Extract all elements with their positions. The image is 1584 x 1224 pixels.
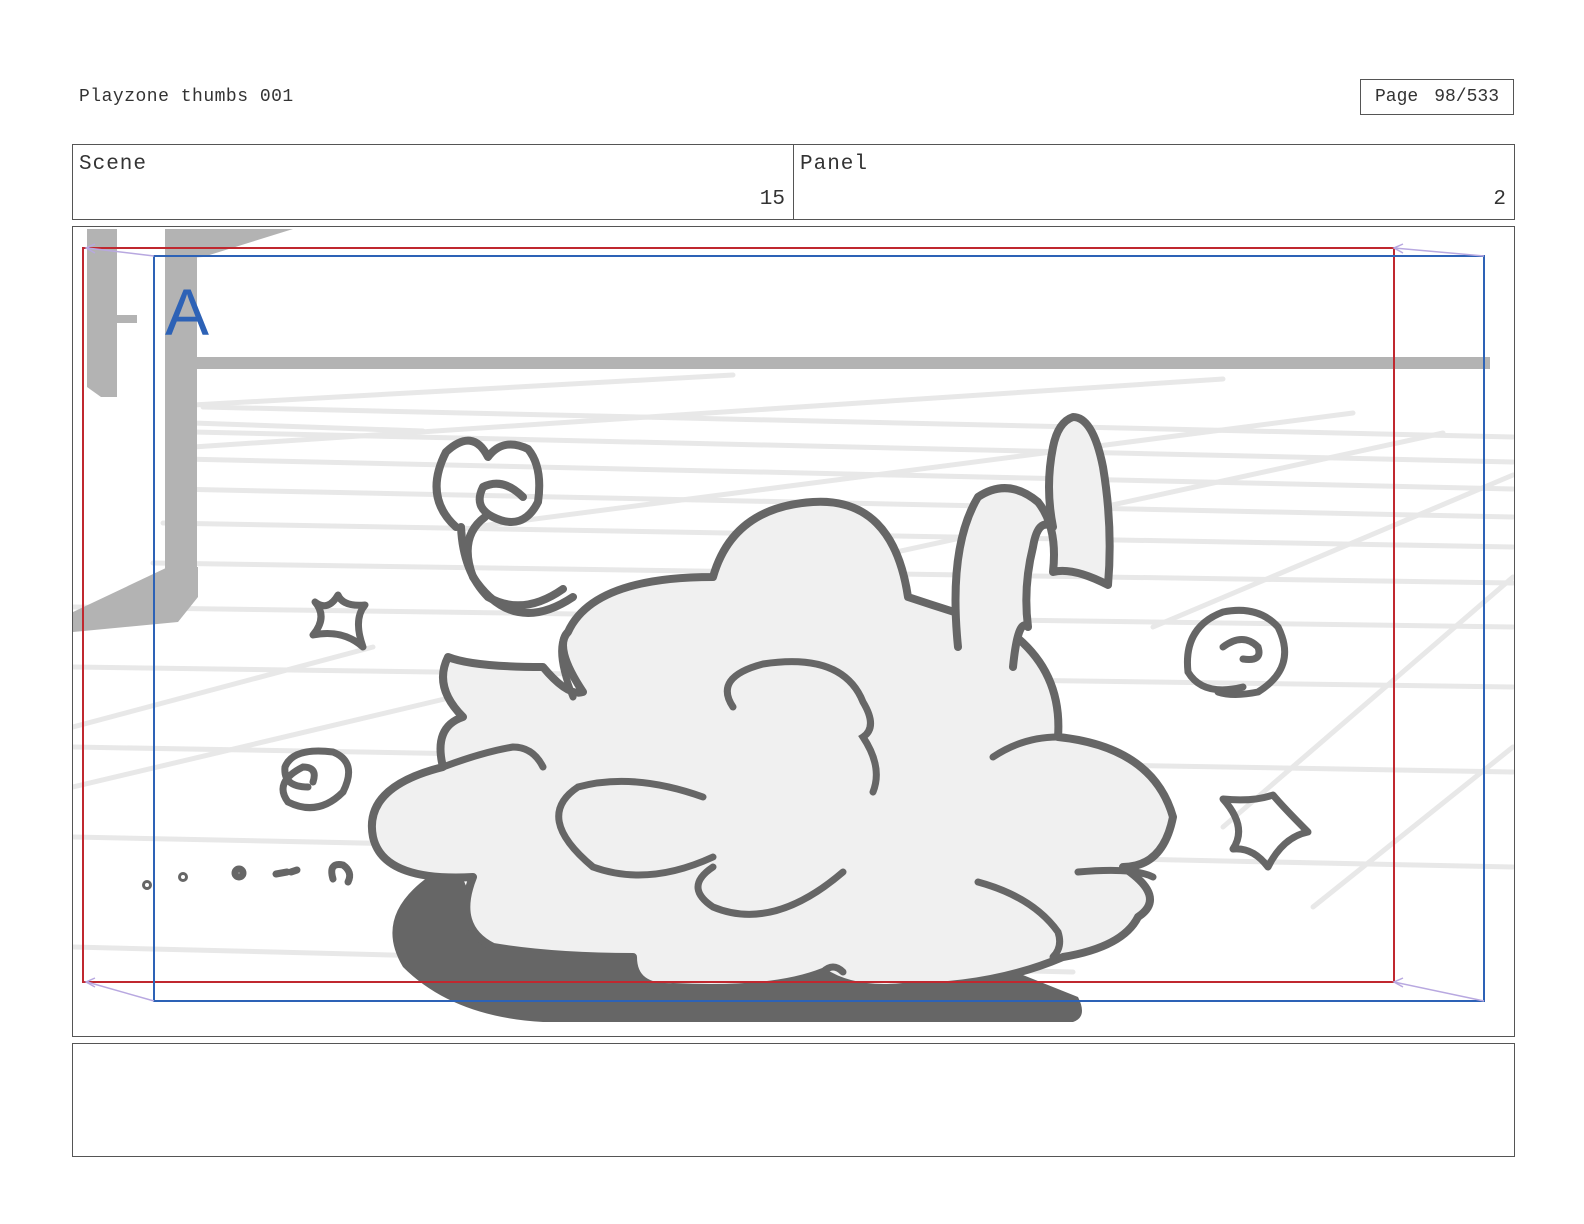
panel-notes[interactable] <box>72 1043 1515 1157</box>
storyboard-panel[interactable]: A <box>72 226 1515 1037</box>
page-indicator: Page 98/533 <box>1360 79 1514 115</box>
panel-cell: Panel 2 <box>793 145 1514 219</box>
page-number: 98/533 <box>1434 87 1500 107</box>
panel-drawing: A <box>73 229 1514 1022</box>
page-label: Page <box>1374 87 1419 107</box>
project-title: Playzone thumbs 001 <box>79 87 294 107</box>
layer-marker-label: A <box>165 275 209 349</box>
scene-panel-info: Scene 15 Panel 2 <box>72 144 1515 220</box>
panel-label: Panel <box>800 153 869 176</box>
panel-number: 2 <box>1493 188 1506 211</box>
scene-number: 15 <box>759 188 785 211</box>
scene-cell: Scene 15 <box>73 145 793 219</box>
scene-label: Scene <box>79 153 148 176</box>
